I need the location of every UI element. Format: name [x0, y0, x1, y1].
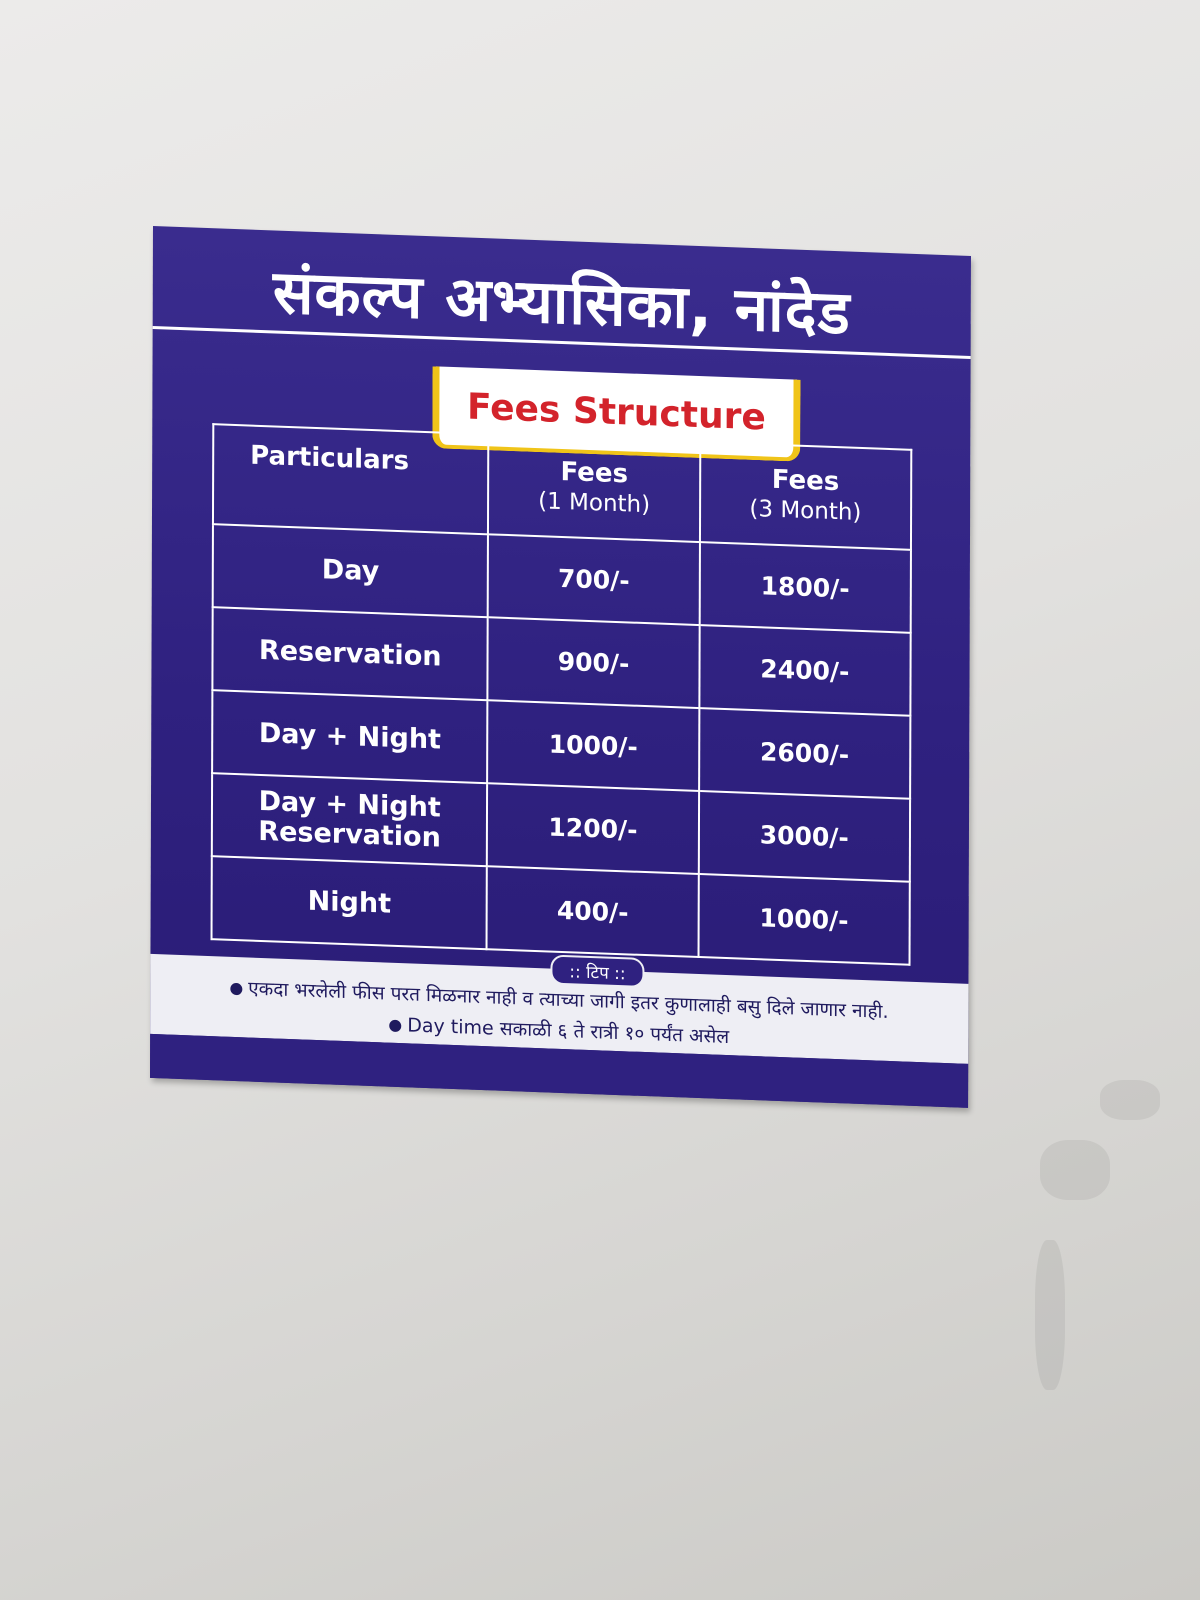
tip-badge: :: टिप ::	[550, 954, 645, 989]
row-label: Day	[212, 524, 489, 618]
sign-title: संकल्प अभ्यासिका, नांदेड	[272, 257, 851, 349]
fee-3-month: 3000/-	[698, 791, 911, 882]
header-fees-3-month-sub: (3 Month)	[749, 495, 862, 526]
fee-1-month: 1200/-	[487, 783, 699, 875]
bullet-icon	[230, 982, 243, 995]
fees-structure-label: Fees Structure	[466, 386, 766, 438]
fee-3-month: 1000/-	[698, 874, 910, 965]
header-fees-1-month-title: Fees	[560, 456, 629, 490]
fee-1-month: 1000/-	[487, 700, 700, 792]
fee-1-month: 400/-	[486, 866, 699, 957]
header-fees-1-month-sub: (1 Month)	[538, 488, 651, 519]
fee-1-month: 700/-	[488, 534, 700, 626]
row-label: Day + Night Reservation	[211, 773, 488, 867]
fee-3-month: 2600/-	[698, 708, 911, 799]
fee-1-month: 900/-	[487, 617, 700, 709]
fee-3-month: 2400/-	[699, 625, 911, 716]
header-fees-3-month-title: Fees	[771, 464, 840, 498]
header-fees-1-month: Fees (1 Month)	[488, 434, 700, 543]
header-fees-3-month: Fees (3 Month)	[699, 442, 912, 550]
row-label: Reservation	[212, 607, 489, 701]
header-particulars: Particulars	[212, 424, 489, 535]
fees-table: Particulars Fees (1 Month) Fees (3 Month…	[211, 423, 913, 966]
wall-stain	[1100, 1080, 1160, 1120]
wall-stain	[1035, 1240, 1065, 1390]
row-label: Night	[211, 856, 488, 950]
bullet-icon	[389, 1019, 402, 1032]
wall-stain	[1040, 1140, 1110, 1200]
fees-sign-board: संकल्प अभ्यासिका, नांदेड Fees Structure …	[150, 226, 971, 1108]
row-label: Day + Night	[212, 690, 488, 784]
fee-3-month: 1800/-	[699, 542, 911, 633]
